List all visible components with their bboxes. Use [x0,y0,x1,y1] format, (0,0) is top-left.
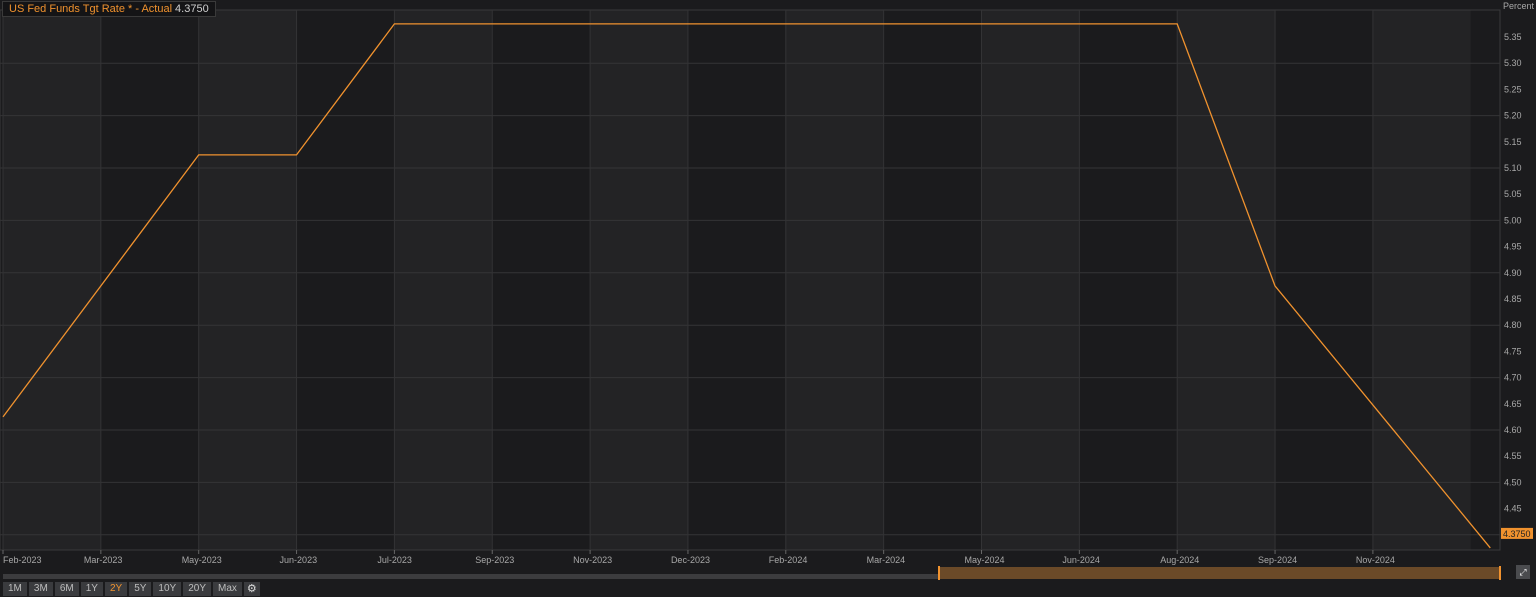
y-axis-label: Percent [1503,1,1535,11]
chart-tool-icon[interactable]: ⤢ [1516,565,1530,579]
navigator-right-handle[interactable] [1499,566,1501,580]
y-tick-label: 5.10 [1504,163,1522,173]
background-band [687,10,786,550]
background-band [883,10,982,550]
y-tick-label: 4.60 [1504,425,1522,435]
legend: US Fed Funds Tgt Rate * - Actual 4.3750 [2,1,216,17]
range-10y-button[interactable]: 10Y [153,582,182,596]
legend-series-name: US Fed Funds Tgt Rate * - Actual [9,3,173,15]
range-selector: 1M 3M 6M 1Y 2Y 5Y 10Y 20Y Max ⚙ [3,582,260,596]
y-tick-label: 4.65 [1504,399,1522,409]
background-band [3,10,101,550]
range-20y-button[interactable]: 20Y [183,582,212,596]
range-5y-button[interactable]: 5Y [129,582,152,596]
background-band [1177,10,1276,550]
y-tick-label: 5.00 [1504,215,1522,225]
background-band [981,10,1080,550]
x-tick-label: May-2024 [965,555,1005,565]
background-band [590,10,688,550]
y-tick-label: 4.75 [1504,346,1522,356]
y-tick-label: 5.35 [1504,32,1522,42]
y-tick-label: 4.85 [1504,294,1522,304]
x-tick-label: Jun-2023 [280,555,318,565]
x-tick-label: Jul-2023 [377,555,412,565]
x-tick-label: Nov-2024 [1356,555,1395,565]
background-band [1079,10,1178,550]
x-tick-label: Jun-2024 [1062,555,1100,565]
y-tick-label: 5.15 [1504,137,1522,147]
x-tick-label: Feb-2024 [769,555,808,565]
background-band [1275,10,1373,550]
y-tick-label: 4.80 [1504,320,1522,330]
x-tick-label: Feb-2023 [3,555,42,565]
settings-gear-icon[interactable]: ⚙ [243,582,260,596]
x-tick-label: Dec-2023 [671,555,710,565]
range-1y-button[interactable]: 1Y [80,582,103,596]
x-tick-label: Aug-2024 [1160,555,1199,565]
range-3m-button[interactable]: 3M [28,582,53,596]
last-value-label: 4.3750 [1503,529,1531,539]
x-tick-label: Mar-2024 [867,555,906,565]
background-band [296,10,395,550]
y-tick-label: 4.90 [1504,268,1522,278]
background-band [1372,10,1471,550]
y-tick-label: 5.30 [1504,58,1522,68]
background-band [394,10,493,550]
y-tick-label: 5.25 [1504,84,1522,94]
range-max-button[interactable]: Max [213,582,242,596]
range-1m-button[interactable]: 1M [3,582,27,596]
y-tick-label: 4.50 [1504,477,1522,487]
legend-last-value: 4.3750 [175,3,209,15]
chart-container: Feb-2023 Mar-2023 May-2023 Jun-2023 Jul-2023… [0,0,1536,597]
x-tick-label: Mar-2023 [84,555,123,565]
background-band [100,10,199,550]
y-tick-label: 4.55 [1504,451,1522,461]
background-band [785,10,884,550]
background-band [492,10,591,550]
y-tick-label: 4.70 [1504,373,1522,383]
line-chart[interactable]: Feb-2023 Mar-2023 May-2023 Jun-2023 Jul-2023… [0,0,1536,597]
y-tick-label: 4.45 [1504,504,1522,514]
range-2y-button[interactable]: 2Y [104,582,128,596]
x-tick-label: Sep-2024 [1258,555,1297,565]
y-tick-label: 5.20 [1504,111,1522,121]
x-tick-label: Nov-2023 [573,555,612,565]
background-band [198,10,297,550]
navigator-selection[interactable] [939,567,1501,579]
y-tick-label: 4.95 [1504,242,1522,252]
range-6m-button[interactable]: 6M [54,582,79,596]
y-tick-label: 5.05 [1504,189,1522,199]
x-tick-label: Sep-2023 [475,555,514,565]
navigator-left-handle[interactable] [938,566,940,580]
x-tick-label: May-2023 [182,555,222,565]
